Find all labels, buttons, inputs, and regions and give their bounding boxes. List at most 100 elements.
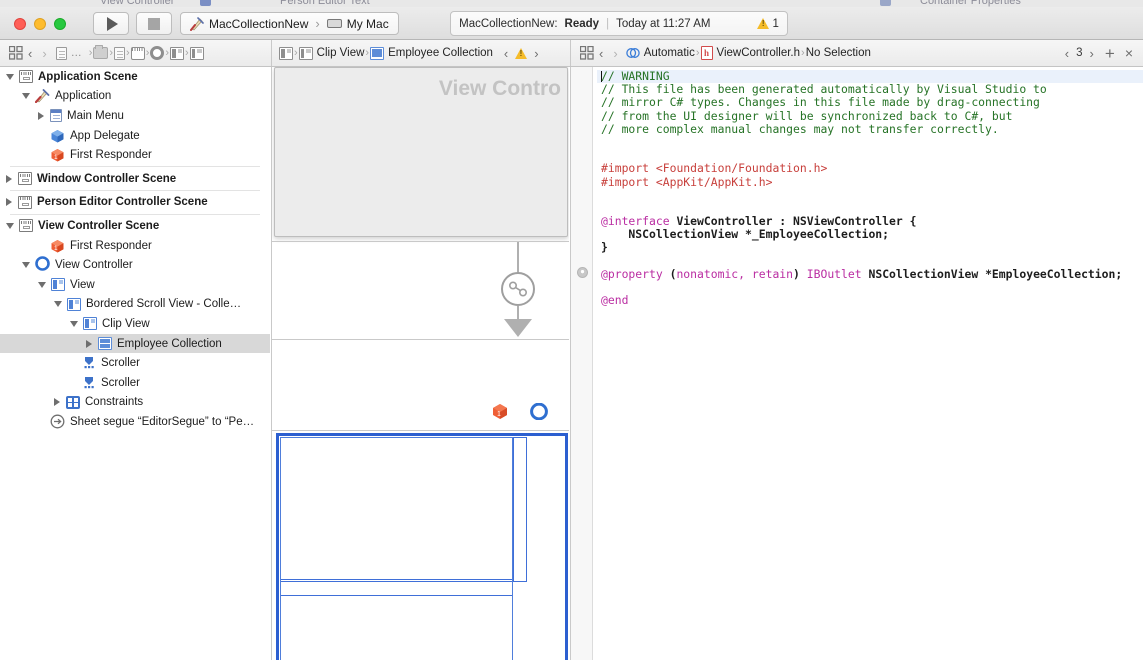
assistant-mode[interactable]: Automatic (644, 47, 695, 59)
code-token: NSCollectionView *_EmployeeCollection; (601, 227, 889, 241)
ib-warning-icon[interactable] (515, 48, 527, 59)
code-grid-toggle-icon[interactable] (580, 46, 594, 60)
dock-first-responder-icon[interactable]: 1 (491, 403, 509, 420)
background-window-label-right: Person Editor Text (280, 0, 370, 7)
segue-connection-icon[interactable] (501, 272, 535, 306)
code-selection[interactable]: No Selection (806, 47, 871, 59)
outline-list[interactable]: Application SceneApplicationMain MenuApp… (0, 67, 270, 432)
outline-row[interactable]: 1First Responder (0, 236, 270, 256)
code-line[interactable] (597, 136, 1143, 149)
ib-crumb-collection[interactable]: Employee Collection (388, 47, 493, 59)
code-content[interactable]: // WARNING// This file has been generate… (593, 67, 1143, 660)
ib-crumb-view-icon[interactable] (279, 47, 293, 60)
connection-well-icon[interactable] (577, 267, 588, 278)
disclosure-triangle-open-icon[interactable] (54, 301, 62, 307)
view-controller-scene-preview[interactable]: View Contro (274, 67, 568, 237)
file-icon[interactable] (114, 47, 125, 60)
interface-builder-canvas[interactable]: View Contro 1 (271, 67, 569, 660)
disclosure-triangle-open-icon[interactable] (22, 262, 30, 268)
outline-row[interactable]: View Controller (0, 255, 270, 275)
code-line[interactable]: #import <AppKit/AppKit.h> (597, 176, 1143, 189)
outline-row[interactable]: Application (0, 87, 270, 107)
ib-crumb-clipview[interactable]: Clip View (317, 47, 365, 59)
outline-row[interactable]: 1First Responder (0, 145, 270, 165)
disclosure-triangle-closed-icon[interactable] (6, 198, 13, 206)
disclosure-triangle-open-icon[interactable] (22, 93, 30, 99)
code-back-button[interactable]: ‹ (594, 46, 608, 61)
close-editor-button[interactable]: × (1121, 46, 1137, 60)
outline-row[interactable]: Constraints (0, 393, 270, 413)
ib-crumb-clipview-icon[interactable] (299, 47, 313, 60)
add-editor-button[interactable]: + (1101, 45, 1119, 62)
dock-view-controller-icon[interactable] (530, 403, 548, 420)
overflow-ellipsis[interactable]: … (71, 47, 83, 59)
code-line[interactable] (597, 189, 1143, 202)
grid-toggle-icon[interactable] (9, 46, 23, 60)
view-icon-1[interactable] (170, 47, 184, 60)
disclosure-triangle-open-icon[interactable] (38, 282, 46, 288)
outline-row[interactable]: Main Menu (0, 106, 270, 126)
code-file-name[interactable]: ViewController.h (717, 47, 801, 59)
nav-forward-button[interactable]: › (37, 46, 51, 61)
disclosure-triangle-closed-icon[interactable] (86, 340, 93, 348)
run-button[interactable] (93, 12, 129, 35)
crumb-chevron-1: › (89, 47, 93, 59)
code-line[interactable]: NSCollectionView *_EmployeeCollection; (597, 228, 1143, 241)
outline-row[interactable]: Sheet segue “EditorSegue” to “Pe… (0, 412, 270, 432)
zoom-button[interactable] (54, 18, 66, 30)
employee-collection-outline[interactable] (280, 437, 513, 660)
folder-icon[interactable] (93, 47, 108, 59)
vertical-scroller-outline[interactable] (513, 437, 527, 582)
code-token: ) (793, 267, 807, 281)
code-line[interactable] (597, 281, 1143, 294)
disclosure-triangle-closed-icon[interactable] (38, 112, 45, 120)
outline-row[interactable]: Person Editor Controller Scene (0, 193, 270, 213)
assistant-automatic-icon[interactable] (626, 46, 640, 60)
code-line[interactable]: @property (nonatomic, retain) IBOutlet N… (597, 268, 1143, 281)
play-icon (107, 17, 118, 31)
outline-row[interactable]: Scroller (0, 373, 270, 393)
code-forward-button[interactable]: › (608, 46, 622, 61)
code-line[interactable]: // more complex manual changes may not t… (597, 123, 1143, 136)
code-file-label: ViewController.h (717, 47, 801, 59)
scheme-selector[interactable]: MacCollectionNew › My Mac (180, 12, 399, 35)
outline-row[interactable]: App Delegate (0, 126, 270, 146)
issue-prev-button[interactable]: ‹ (1060, 46, 1074, 61)
disclosure-triangle-open-icon[interactable] (6, 223, 14, 229)
code-line[interactable]: } (597, 241, 1143, 254)
disclosure-triangle-closed-icon[interactable] (54, 398, 61, 406)
code-line[interactable]: @end (597, 294, 1143, 307)
outline-row[interactable]: Scroller (0, 353, 270, 373)
outline-row[interactable]: Window Controller Scene (0, 169, 270, 189)
outline-row[interactable]: View Controller Scene (0, 216, 270, 236)
outline-row[interactable]: Clip View (0, 314, 270, 334)
issue-next-button[interactable]: › (1085, 46, 1099, 61)
document-outline-navigator[interactable]: Application SceneApplicationMain MenuApp… (0, 67, 270, 660)
crumb-chevron-4: › (146, 47, 150, 59)
close-button[interactable] (14, 18, 26, 30)
ib-back-button[interactable]: ‹ (499, 46, 513, 61)
header-file-icon[interactable]: h (701, 46, 713, 60)
stop-button[interactable] (136, 12, 172, 35)
status-warning[interactable]: 1 (757, 18, 778, 30)
window-controls[interactable] (14, 18, 66, 30)
minimize-button[interactable] (34, 18, 46, 30)
nav-back-button[interactable]: ‹ (23, 46, 37, 61)
source-code-editor[interactable]: // WARNING// This file has been generate… (570, 67, 1143, 660)
disclosure-triangle-open-icon[interactable] (70, 321, 78, 327)
status-bar[interactable]: MacCollectionNew: Ready | Today at 11:27… (450, 11, 788, 36)
code-token: nonatomic, retain (676, 267, 793, 281)
view-icon-2[interactable] (190, 47, 204, 60)
outline-row[interactable]: View (0, 275, 270, 295)
ib-forward-button[interactable]: › (529, 46, 543, 61)
collection-view-icon[interactable] (370, 47, 384, 60)
outline-row[interactable]: Employee Collection (0, 334, 270, 354)
disclosure-triangle-closed-icon[interactable] (6, 175, 13, 183)
storyboard-icon[interactable] (131, 47, 145, 60)
outline-row[interactable]: Bordered Scroll View - Colle… (0, 295, 270, 315)
view-controller-icon[interactable] (150, 46, 164, 60)
editor-gutter[interactable] (571, 67, 593, 660)
document-icon[interactable] (56, 47, 67, 60)
outline-row[interactable]: Application Scene (0, 67, 270, 87)
disclosure-triangle-open-icon[interactable] (6, 74, 14, 80)
